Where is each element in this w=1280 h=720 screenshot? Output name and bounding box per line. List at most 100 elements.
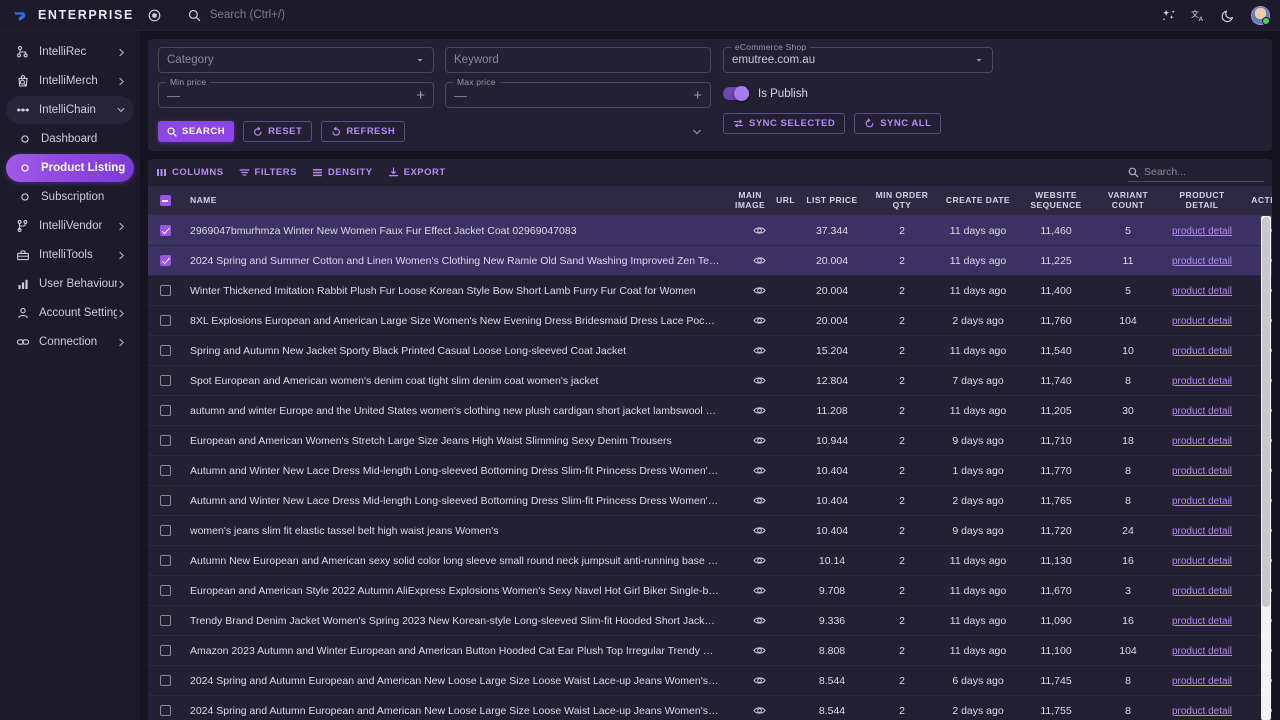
cell-product-detail[interactable]: product detail [1163, 315, 1241, 327]
sidebar-item-product-listing[interactable]: Product Listing [6, 154, 134, 182]
cell-product-detail[interactable]: product detail [1163, 405, 1241, 417]
column-header-main-image-url[interactable]: MAIN IMAGE URL [722, 190, 797, 211]
cell-product-detail[interactable]: product detail [1163, 555, 1241, 567]
density-button[interactable]: DENSITY [312, 167, 373, 178]
table-row[interactable]: European and American Style 2022 Autumn … [148, 576, 1272, 606]
row-checkbox[interactable] [148, 495, 182, 506]
sidebar-item-intellichain[interactable]: IntelliChain [6, 96, 134, 124]
grid-vertical-scrollbar[interactable] [1261, 216, 1271, 720]
max-price-decrement[interactable]: — [454, 89, 467, 102]
global-search[interactable]: Search (Ctrl+/) [188, 9, 1161, 22]
category-select[interactable]: Category [158, 47, 434, 73]
filters-button[interactable]: FILTERS [238, 167, 297, 178]
cell-main-image-url[interactable] [722, 495, 797, 506]
column-header-website-sequence[interactable]: WEBSITE SEQUENCE [1019, 190, 1093, 211]
cell-main-image-url[interactable] [722, 615, 797, 626]
row-checkbox[interactable] [148, 285, 182, 296]
cell-product-detail[interactable]: product detail [1163, 645, 1241, 657]
min-price-increment[interactable]: + [416, 88, 425, 103]
cell-product-detail[interactable]: product detail [1163, 615, 1241, 627]
row-checkbox[interactable] [148, 615, 182, 626]
grid-search-input[interactable]: Search... [1128, 164, 1264, 182]
column-header-name[interactable]: NAME [182, 196, 722, 206]
column-header-min-order-qty[interactable]: MIN ORDER QTY [867, 190, 937, 211]
column-header-variant-count[interactable]: VARIANT COUNT [1093, 190, 1163, 211]
cell-product-detail[interactable]: product detail [1163, 375, 1241, 387]
max-price-stepper[interactable]: Max price — + [445, 77, 711, 108]
scrollbar-thumb[interactable] [1262, 217, 1270, 607]
cell-product-detail[interactable]: product detail [1163, 525, 1241, 537]
export-button[interactable]: EXPORT [388, 167, 446, 178]
cell-product-detail[interactable]: product detail [1163, 675, 1241, 687]
table-row[interactable]: Autumn and Winter New Lace Dress Mid-len… [148, 456, 1272, 486]
column-header-actions[interactable]: ACTIONS [1241, 195, 1272, 206]
cell-main-image-url[interactable] [722, 405, 797, 416]
cell-product-detail[interactable]: product detail [1163, 495, 1241, 507]
dark-mode-moon-icon[interactable] [1221, 8, 1236, 23]
sync-selected-button[interactable]: SYNC SELECTED [723, 113, 846, 134]
cell-product-detail[interactable]: product detail [1163, 465, 1241, 477]
row-checkbox[interactable] [148, 705, 182, 716]
cell-product-detail[interactable]: product detail [1163, 435, 1241, 447]
cell-main-image-url[interactable] [722, 255, 797, 266]
table-row[interactable]: Spot European and American women's denim… [148, 366, 1272, 396]
column-header-create-date[interactable]: CREATE DATE [937, 195, 1019, 206]
cell-main-image-url[interactable] [722, 675, 797, 686]
table-row[interactable]: 8XL Explosions European and American Lar… [148, 306, 1272, 336]
cell-product-detail[interactable]: product detail [1163, 255, 1241, 267]
table-row[interactable]: autumn and winter Europe and the United … [148, 396, 1272, 426]
cell-main-image-url[interactable] [722, 555, 797, 566]
table-row[interactable]: Autumn and Winter New Lace Dress Mid-len… [148, 486, 1272, 516]
row-checkbox[interactable] [148, 465, 182, 476]
sidebar-item-intellitools[interactable]: IntelliTools [6, 241, 134, 269]
cell-main-image-url[interactable] [722, 285, 797, 296]
sidebar-item-subscription[interactable]: Subscription [6, 183, 134, 211]
cell-main-image-url[interactable] [722, 585, 797, 596]
reset-button[interactable]: RESET [243, 121, 313, 142]
row-checkbox[interactable] [148, 375, 182, 386]
row-checkbox[interactable] [148, 585, 182, 596]
sidebar-item-user-behaviours[interactable]: User Behaviours [6, 270, 134, 298]
expand-filters-chevron-down-icon[interactable] [691, 126, 703, 138]
row-checkbox[interactable] [148, 345, 182, 356]
cell-main-image-url[interactable] [722, 345, 797, 356]
table-row[interactable]: 2024 Spring and Summer Cotton and Linen … [148, 246, 1272, 276]
table-row[interactable]: 2969047bmurhmza Winter New Women Faux Fu… [148, 216, 1272, 246]
keyword-input[interactable]: Keyword [445, 47, 711, 73]
sidebar-item-dashboard[interactable]: Dashboard [6, 125, 134, 153]
cell-product-detail[interactable]: product detail [1163, 225, 1241, 237]
max-price-increment[interactable]: + [693, 88, 702, 103]
row-checkbox[interactable] [148, 255, 182, 266]
column-header-product-detail[interactable]: PRODUCT DETAIL [1163, 190, 1241, 211]
table-row[interactable]: Autumn New European and American sexy so… [148, 546, 1272, 576]
min-price-stepper[interactable]: Min price — + [158, 77, 434, 108]
cell-main-image-url[interactable] [722, 465, 797, 476]
is-publish-toggle[interactable] [723, 86, 749, 101]
translate-icon[interactable]: 文 A [1191, 8, 1206, 23]
cell-main-image-url[interactable] [722, 525, 797, 536]
table-row[interactable]: Spring and Autumn New Jacket Sporty Blac… [148, 336, 1272, 366]
sidebar-item-intellimerch[interactable]: IntelliMerch [6, 67, 134, 95]
search-button[interactable]: SEARCH [158, 121, 235, 142]
table-row[interactable]: European and American Women's Stretch La… [148, 426, 1272, 456]
row-checkbox[interactable] [148, 525, 182, 536]
record-circle-icon[interactable] [148, 9, 161, 22]
row-checkbox[interactable] [148, 225, 182, 236]
cell-main-image-url[interactable] [722, 375, 797, 386]
global-search-input[interactable]: Search (Ctrl+/) [210, 9, 285, 21]
cell-product-detail[interactable]: product detail [1163, 705, 1241, 717]
row-checkbox[interactable] [148, 435, 182, 446]
cell-main-image-url[interactable] [722, 645, 797, 656]
table-row[interactable]: Amazon 2023 Autumn and Winter European a… [148, 636, 1272, 666]
row-checkbox[interactable] [148, 315, 182, 326]
cell-product-detail[interactable]: product detail [1163, 345, 1241, 357]
cell-main-image-url[interactable] [722, 435, 797, 446]
min-price-decrement[interactable]: — [167, 89, 180, 102]
table-row[interactable]: 2024 Spring and Autumn European and Amer… [148, 666, 1272, 696]
cell-product-detail[interactable]: product detail [1163, 285, 1241, 297]
row-checkbox[interactable] [148, 555, 182, 566]
select-all-checkbox[interactable] [148, 195, 182, 206]
cell-product-detail[interactable]: product detail [1163, 585, 1241, 597]
table-row[interactable]: Trendy Brand Denim Jacket Women's Spring… [148, 606, 1272, 636]
avatar[interactable] [1251, 5, 1270, 25]
